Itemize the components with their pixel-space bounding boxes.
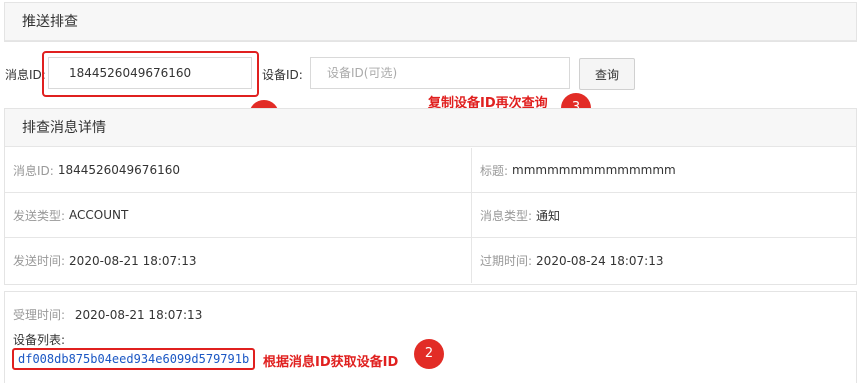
detail-panel-title: 排查消息详情 <box>5 109 856 147</box>
detail-cell-send-type: 发送类型: ACCOUNT <box>5 193 472 237</box>
detail-label: 消息ID: <box>13 163 54 178</box>
step-2-badge: 2 <box>414 339 444 369</box>
step-2-annotation: 根据消息ID获取设备ID <box>263 355 399 370</box>
detail-label: 过期时间: <box>480 254 533 268</box>
detail-row: 发送时间: 2020-08-21 18:07:13 过期时间: 2020-08-… <box>5 238 856 283</box>
device-list-label: 设备列表: <box>13 333 66 347</box>
message-id-label: 消息ID: <box>5 68 46 82</box>
detail-label: 标题: <box>480 163 509 178</box>
detail-label: 消息类型: <box>480 208 533 223</box>
message-id-input[interactable] <box>48 57 252 89</box>
detail-cell-expire-time: 过期时间: 2020-08-24 18:07:13 <box>472 238 856 283</box>
device-list-line: 设备列表: <box>13 331 65 348</box>
detail-label: 发送类型: <box>13 208 66 223</box>
detail-label: 发送时间: <box>13 254 66 268</box>
accept-panel: 受理时间: 2020-08-21 18:07:13 设备列表: df008db8… <box>4 291 857 383</box>
detail-value: 2020-08-24 18:07:13 <box>536 253 664 268</box>
detail-value: 2020-08-21 18:07:13 <box>69 253 197 268</box>
detail-value: mmmmmmmmmmmmmm <box>512 163 676 177</box>
device-id-input[interactable] <box>310 57 570 89</box>
detail-value: 1844526049676160 <box>57 163 180 177</box>
detail-grid: 消息ID: 1844526049676160 标题: mmmmmmmmmmmmm… <box>5 148 856 283</box>
detail-cell-message-id: 消息ID: 1844526049676160 <box>5 148 472 192</box>
detail-panel: 排查消息详情 消息ID: 1844526049676160 标题: mmmmmm… <box>4 108 857 285</box>
detail-cell-message-type: 消息类型: 通知 <box>472 193 856 237</box>
detail-cell-title: 标题: mmmmmmmmmmmmmm <box>472 148 856 192</box>
accept-time-line: 受理时间: 2020-08-21 18:07:13 <box>13 306 202 323</box>
detail-cell-send-time: 发送时间: 2020-08-21 18:07:13 <box>5 238 472 283</box>
detail-row: 消息ID: 1844526049676160 标题: mmmmmmmmmmmmm… <box>5 148 856 193</box>
search-panel-title: 推送排查 <box>5 3 856 41</box>
query-button[interactable]: 查询 <box>579 58 635 90</box>
accept-time-label: 受理时间: <box>13 308 66 322</box>
device-id-label: 设备ID: <box>262 68 303 82</box>
device-id-link[interactable]: df008db875b04eed934e6099d579791b <box>12 348 256 370</box>
detail-row: 发送类型: ACCOUNT 消息类型: 通知 <box>5 193 856 238</box>
detail-value: ACCOUNT <box>69 208 129 222</box>
search-panel: 推送排查 <box>4 2 857 42</box>
detail-value: 通知 <box>536 208 561 223</box>
accept-time-value: 2020-08-21 18:07:13 <box>74 308 203 322</box>
